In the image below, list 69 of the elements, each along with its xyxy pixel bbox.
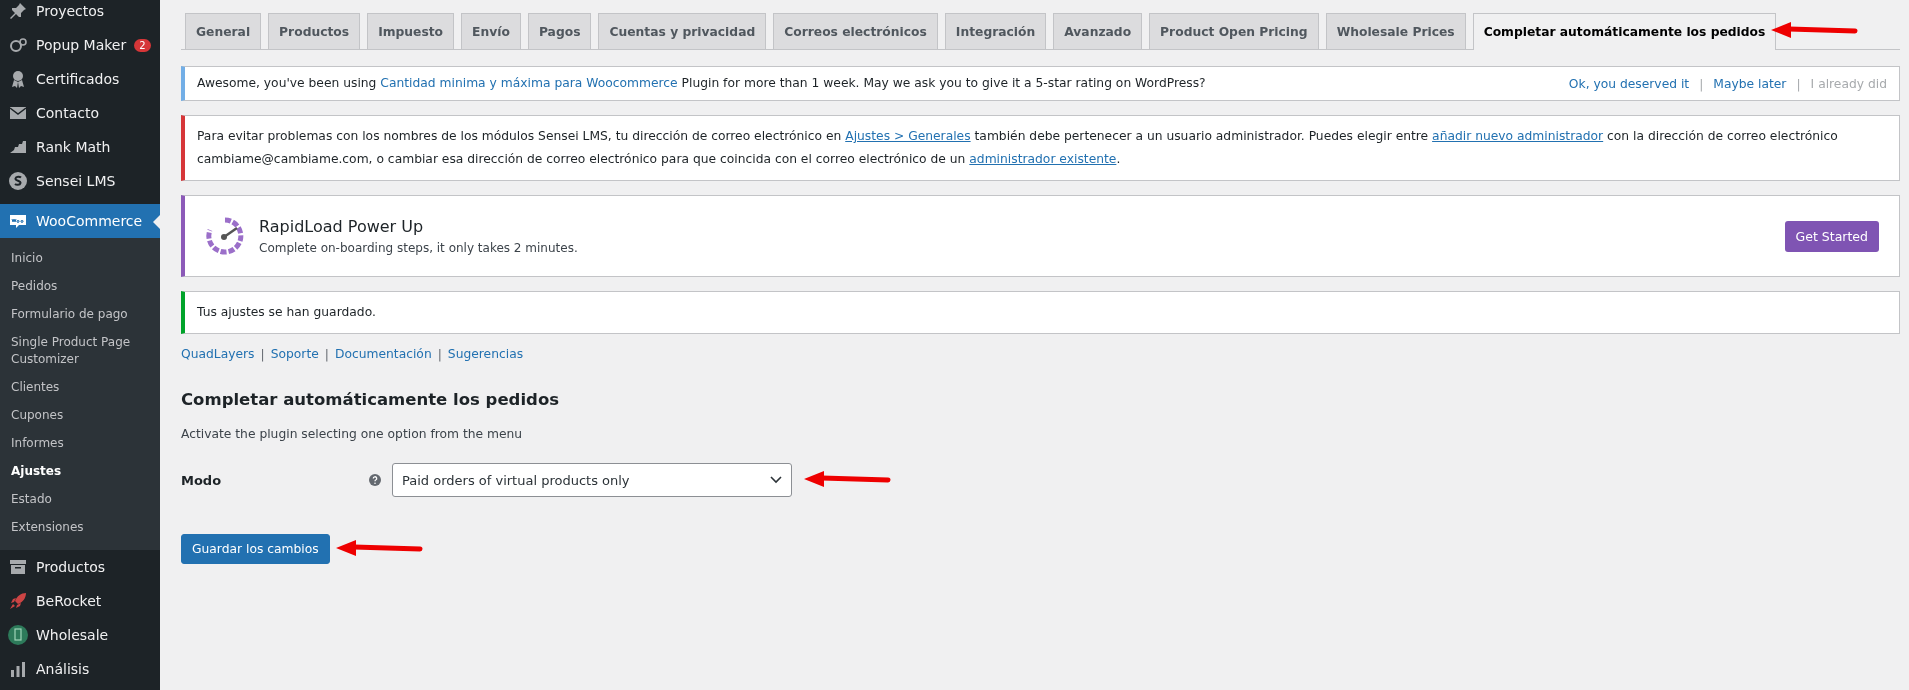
promo-subtitle: Complete on-boarding steps, it only takes 2 minutes.: [259, 241, 579, 255]
separator: |: [1796, 76, 1801, 91]
settings-tab[interactable]: Impuesto: [367, 13, 455, 49]
help-icon[interactable]: [369, 474, 381, 486]
settings-tab[interactable]: Correos electrónicos: [773, 13, 938, 49]
submenu-item[interactable]: Informes: [0, 430, 160, 458]
separator: |: [437, 347, 442, 361]
sidebar-menu-item[interactable]: BeRocket: [0, 584, 160, 618]
notice-message: Awesome, you've been using Cantidad minima y máxima para Woocommerce Plugin for more than 1 week. May we ask you to give it a 5-star rating on WordPress?: [197, 75, 1207, 92]
section-description: Activate the plugin selecting one option from the menu: [181, 427, 524, 441]
get-started-button[interactable]: Get Started: [1784, 220, 1879, 252]
mode-dropdown[interactable]: Paid orders of virtual products only: [392, 463, 792, 497]
chevron-down-icon: [770, 476, 782, 484]
sidebar-menu-item[interactable]: Rank Math: [0, 130, 160, 164]
submenu-item[interactable]: Inicio: [0, 245, 160, 273]
settings-tab[interactable]: Avanzado: [1053, 13, 1143, 49]
submenu-item[interactable]: Single Product Page Customizer: [0, 329, 160, 374]
settings-tab[interactable]: Wholesale Prices: [1325, 13, 1466, 49]
rocket-icon: [8, 591, 28, 611]
submenu-item[interactable]: Formulario de pago: [0, 301, 160, 329]
notice-link[interactable]: Cantidad minima y máxima para Woocommerce: [380, 76, 678, 90]
settings-tab[interactable]: Envío: [461, 13, 521, 49]
sidebar-menu-item[interactable]: WooCommerce: [0, 204, 160, 238]
submenu-item[interactable]: Cupones: [0, 402, 160, 430]
submenu-item[interactable]: Pedidos: [0, 273, 160, 301]
plugin-link[interactable]: Soporte: [270, 347, 319, 361]
letter-s-circle-icon: [8, 171, 28, 191]
document-circle-icon: [8, 625, 28, 645]
promo-title: RapidLoad Power Up: [259, 217, 425, 236]
speedometer-icon: [205, 216, 245, 256]
notice-message: Tus ajustes se han guardado.: [197, 304, 377, 321]
settings-tab[interactable]: Cuentas y privacidad: [598, 13, 767, 49]
count-badge: 2: [134, 38, 151, 52]
notice-link[interactable]: añadir nuevo administrador: [1432, 129, 1604, 143]
pushpin-icon: [8, 1, 28, 21]
sidebar-menu-item[interactable]: Certificados: [0, 62, 160, 96]
plugin-link[interactable]: Sugerencias: [447, 347, 524, 361]
settings-tab[interactable]: Productos: [268, 13, 361, 49]
submenu-item[interactable]: Clientes: [0, 374, 160, 402]
sidebar-menu-item[interactable]: Proyectos: [0, 0, 160, 28]
sidebar-menu-item[interactable]: Sensei LMS: [0, 164, 160, 198]
notice-action-link[interactable]: Ok, you deserved it: [1568, 76, 1690, 91]
sidebar-menu-item[interactable]: Wholesale: [0, 618, 160, 652]
section-heading: Completar automáticamente los pedidos: [181, 390, 561, 409]
notice-message: Para evitar problemas con los nombres de los módulos Sensei LMS, tu dirección de correo electrónico en Ajustes > Generales también debe pertenecer a un usuario administrador. Puedes elegir entre añadir nuevo administrador con la dirección de correo electrónico cambiame@cambiame.com, o cambiar esa dirección de correo electrónico para que coincida con el correo electrónico de un administrador existente.: [197, 128, 1839, 168]
gear-pair-icon: [8, 35, 28, 55]
settings-tab[interactable]: Product Open Pricing: [1149, 13, 1319, 49]
save-button[interactable]: Guardar los cambios: [181, 534, 330, 564]
submenu-item[interactable]: Estado: [0, 486, 160, 514]
archive-box-icon: [8, 557, 28, 577]
submenu-item[interactable]: Extensiones: [0, 514, 160, 542]
settings-tab[interactable]: Completar automáticamente los pedidos: [1472, 13, 1777, 50]
separator: |: [260, 347, 265, 361]
bar-chart-icon: [8, 659, 28, 679]
notice-action-link[interactable]: Maybe later: [1713, 76, 1787, 91]
settings-tab[interactable]: General: [185, 13, 262, 49]
sidebar-menu-item[interactable]: Contacto: [0, 96, 160, 130]
plugin-link[interactable]: QuadLayers: [181, 347, 255, 361]
sidebar-menu-item[interactable]: Popup Maker 2: [0, 28, 160, 62]
sidebar-menu-item[interactable]: Análisis: [0, 652, 160, 686]
notice-link[interactable]: Ajustes > Generales: [845, 129, 971, 143]
separator: |: [1699, 76, 1704, 91]
submenu-item[interactable]: Ajustes: [0, 458, 160, 486]
field-label: Modo: [181, 472, 223, 488]
settings-tab[interactable]: Integración: [944, 13, 1047, 49]
separator: |: [324, 347, 329, 361]
plugin-link[interactable]: Documentación: [334, 347, 432, 361]
settings-tab[interactable]: Pagos: [527, 13, 592, 49]
sidebar-menu-item[interactable]: Productos: [0, 550, 160, 584]
